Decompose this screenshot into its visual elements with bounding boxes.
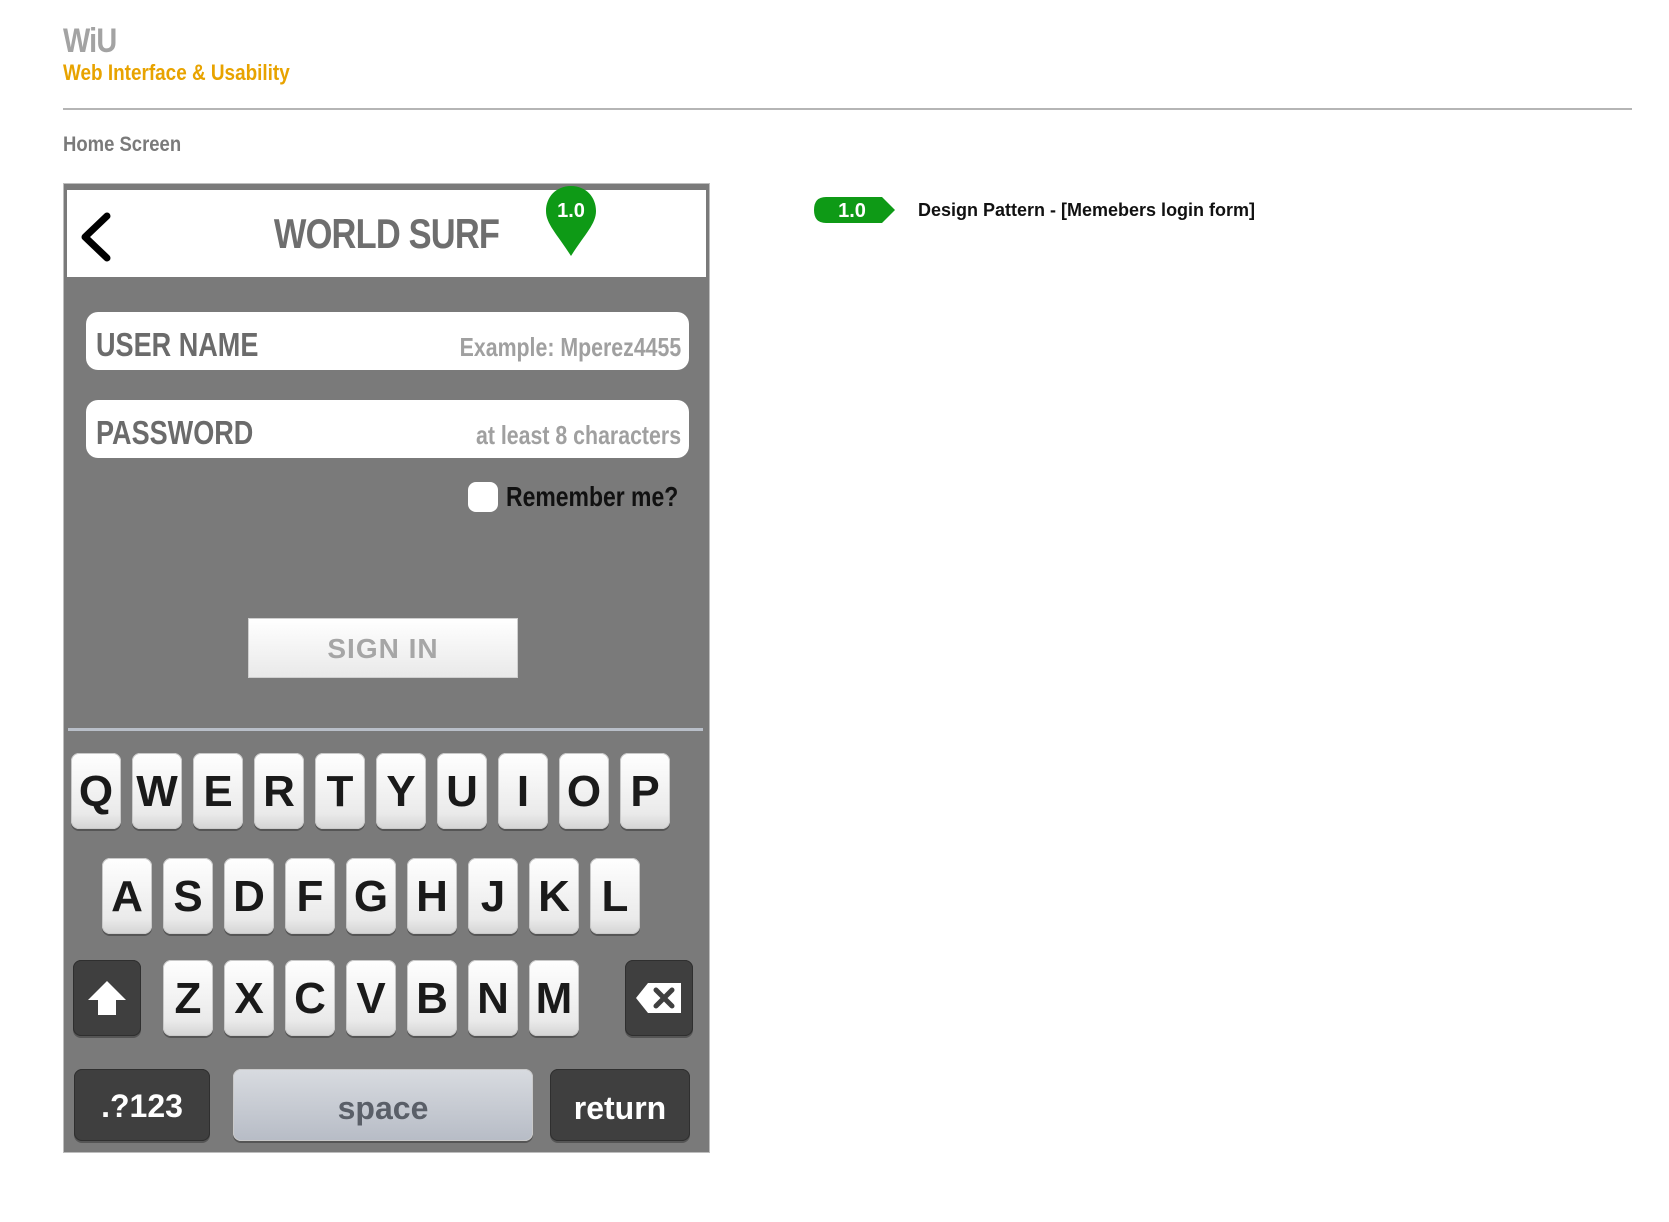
keyboard-divider	[68, 728, 703, 731]
backspace-key[interactable]	[625, 960, 693, 1036]
key-w[interactable]: W	[132, 753, 182, 829]
password-field[interactable]: PASSWORD at least 8 characters	[86, 400, 689, 458]
username-label: USER NAME	[96, 326, 259, 363]
key-p[interactable]: P	[620, 753, 670, 829]
brand-subtitle: Web Interface & Usability	[63, 60, 290, 85]
key-g[interactable]: G	[346, 858, 396, 934]
screen-label: Home Screen	[63, 133, 182, 156]
backspace-icon	[636, 983, 681, 1013]
annotation-pin: 1.0	[543, 184, 599, 258]
key-s[interactable]: S	[163, 858, 213, 934]
brand-block: WiU Web Interface & Usability	[63, 22, 327, 86]
key-y[interactable]: Y	[376, 753, 426, 829]
key-q[interactable]: Q	[71, 753, 121, 829]
remember-checkbox[interactable]	[468, 482, 498, 512]
key-o[interactable]: O	[559, 753, 609, 829]
key-c[interactable]: C	[285, 960, 335, 1036]
annotation-text: Design Pattern - [Memebers login form]	[918, 199, 1256, 220]
phone-mockup: WORLD SURF 1.0 USER NAME Example: Mperez…	[63, 183, 710, 1153]
username-field[interactable]: USER NAME Example: Mperez4455	[86, 312, 689, 370]
key-m[interactable]: M	[529, 960, 579, 1036]
key-u[interactable]: U	[437, 753, 487, 829]
key-a[interactable]: A	[102, 858, 152, 934]
key-i[interactable]: I	[498, 753, 548, 829]
annotation-tag: 1.0	[814, 197, 896, 223]
key-v[interactable]: V	[346, 960, 396, 1036]
key-d[interactable]: D	[224, 858, 274, 934]
app-header: WORLD SURF 1.0	[67, 186, 706, 277]
brand-title: WiU	[63, 22, 117, 60]
key-z[interactable]: Z	[163, 960, 213, 1036]
username-placeholder: Example: Mperez4455	[459, 332, 681, 362]
key-b[interactable]: B	[407, 960, 457, 1036]
annotation-tag-label: 1.0	[838, 200, 866, 222]
password-placeholder: at least 8 characters	[475, 420, 681, 450]
key-l[interactable]: L	[590, 858, 640, 934]
key-r[interactable]: R	[254, 753, 304, 829]
back-chevron-icon[interactable]	[77, 212, 117, 262]
remember-label: Remember me?	[506, 481, 679, 512]
key-k[interactable]: K	[529, 858, 579, 934]
header-divider	[63, 108, 1632, 110]
key-j[interactable]: J	[468, 858, 518, 934]
remember-me: Remember me?	[468, 480, 709, 514]
key-h[interactable]: H	[407, 858, 457, 934]
shift-arrow-icon	[88, 981, 126, 1015]
numbers-key[interactable]: .?123	[74, 1069, 210, 1141]
key-f[interactable]: F	[285, 858, 335, 934]
return-key[interactable]: return	[550, 1069, 690, 1141]
key-x[interactable]: X	[224, 960, 274, 1036]
key-e[interactable]: E	[193, 753, 243, 829]
annotation-note: 1.0 Design Pattern - [Memebers login for…	[814, 197, 1255, 223]
key-t[interactable]: T	[315, 753, 365, 829]
pin-label: 1.0	[557, 200, 585, 222]
sign-in-button[interactable]: SIGN IN	[248, 618, 518, 678]
password-label: PASSWORD	[96, 414, 254, 451]
key-n[interactable]: N	[468, 960, 518, 1036]
space-key[interactable]: space	[233, 1069, 533, 1141]
shift-key[interactable]	[73, 960, 141, 1036]
